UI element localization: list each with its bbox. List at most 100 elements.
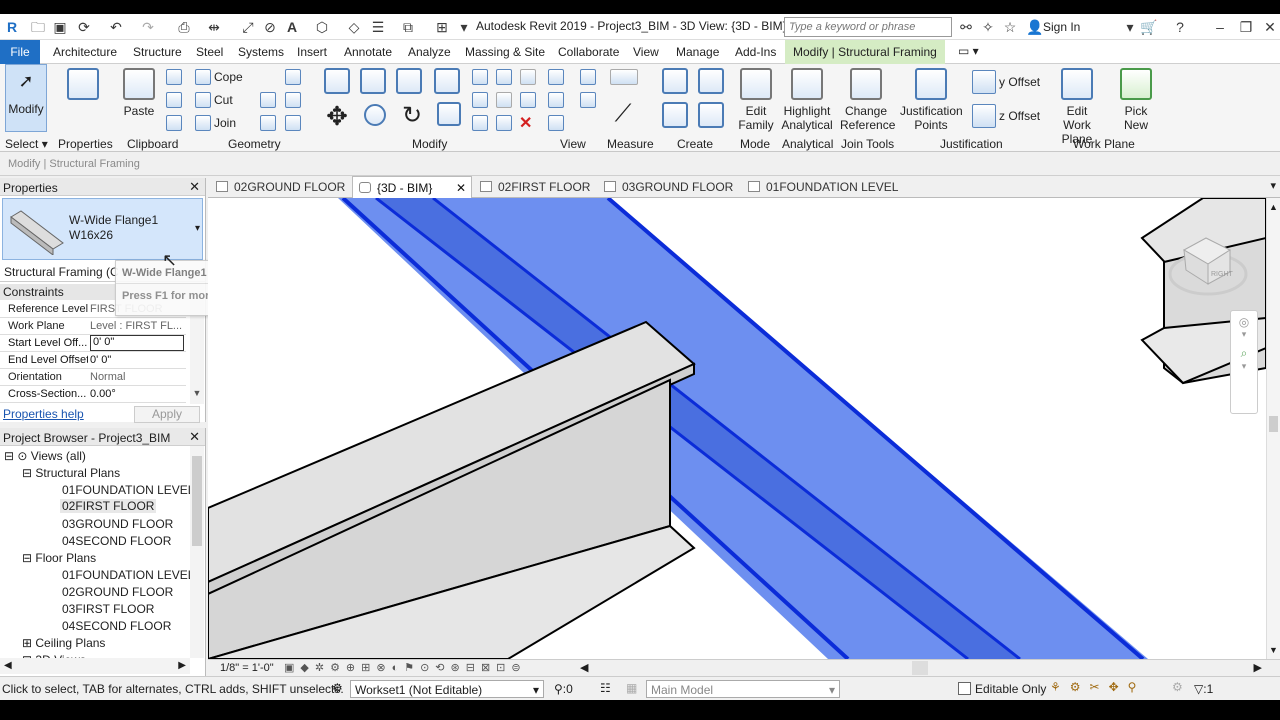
cope-icon[interactable] [195, 69, 211, 85]
vscroll-thumb[interactable] [1269, 416, 1278, 432]
customize-icon[interactable]: ▾ [456, 19, 472, 35]
property-value[interactable]: 0' 0" [90, 354, 184, 366]
selection-settings-icons[interactable]: ⚘⚙✂✥⚲ [1050, 680, 1145, 694]
measure-button[interactable]: ⟋ [608, 100, 638, 128]
help-icon[interactable]: ? [1172, 19, 1188, 35]
copy-icon[interactable] [166, 92, 182, 108]
split-icon[interactable] [472, 69, 488, 85]
cart-icon[interactable]: 🛒 [1140, 19, 1157, 35]
tag-icon[interactable]: ⊘ [262, 19, 278, 35]
tree-item[interactable]: 01FOUNDATION LEVEL [62, 483, 194, 497]
vscroll-up-icon[interactable]: ▲ [1267, 202, 1280, 212]
tab-manage[interactable]: Manage [676, 45, 719, 59]
view-tab-close-icon[interactable]: ✕ [456, 177, 466, 199]
editable-only-checkbox[interactable] [958, 682, 971, 695]
design-options-icon[interactable]: ☷ [600, 681, 611, 695]
edit-work-plane-button[interactable]: Edit Work Plane [1048, 68, 1106, 146]
z-offset-icon[interactable] [972, 104, 996, 128]
nav-zoom-icon[interactable]: ⌕ [1231, 346, 1257, 361]
cope-button[interactable]: Cope [214, 70, 243, 84]
view-tool-5-icon[interactable] [548, 115, 564, 131]
property-value[interactable]: 0.00° [90, 388, 184, 400]
tab-massing-site[interactable]: Massing & Site [465, 45, 545, 59]
select-dropdown[interactable]: Select ▾ [5, 137, 48, 151]
browser-vscroll[interactable] [190, 446, 204, 658]
properties-close-icon[interactable]: ✕ [189, 179, 200, 195]
revit-logo-icon[interactable]: R [4, 19, 20, 35]
cut-geometry-icon[interactable] [195, 92, 211, 108]
tab-add-ins[interactable]: Add-Ins [735, 45, 776, 59]
tabs-menu-icon[interactable]: ▾ [1270, 179, 1276, 192]
filter-count[interactable]: ▽:1 [1194, 682, 1213, 696]
copy-element-button[interactable] [360, 104, 390, 130]
similar-button[interactable] [696, 102, 726, 132]
geometry-tool-1-icon[interactable] [285, 69, 301, 85]
print-icon[interactable]: ⎙ [176, 19, 192, 35]
array-icon[interactable] [472, 92, 488, 108]
tab-modify-structural-framing[interactable]: Modify | Structural Framing [785, 40, 945, 64]
align-button[interactable] [322, 68, 352, 98]
modify-button[interactable]: ➚ Modify [5, 64, 47, 132]
start-offset-input[interactable]: 0' 0" [90, 335, 184, 351]
view-scale[interactable]: 1/8" = 1'-0" [220, 662, 274, 674]
browser-vscroll-thumb[interactable] [192, 456, 202, 546]
tree-item[interactable]: 03FIRST FLOOR [62, 602, 154, 616]
match-type-icon[interactable] [166, 115, 182, 131]
3d-view-canvas[interactable]: RIGHT ◎ ▾ ⌕ ▾ [208, 198, 1266, 659]
background-process-icon[interactable]: ⚙ [1172, 680, 1183, 694]
vscroll-down-icon[interactable]: ▼ [1269, 645, 1278, 655]
create-parts-button[interactable] [696, 68, 726, 98]
section-icon[interactable]: ◇ [346, 19, 362, 35]
z-offset-button[interactable]: z Offset [999, 109, 1040, 123]
justification-points-button[interactable]: Justification Points [900, 68, 963, 132]
edit-family-button[interactable]: Edit Family [736, 68, 776, 132]
star-icon[interactable]: ☆ [1002, 19, 1018, 35]
properties-help-link[interactable]: Properties help [3, 407, 84, 421]
rotate-button[interactable]: ↻ [397, 102, 427, 130]
offset-small-icon[interactable] [472, 115, 488, 131]
view-tool-4-icon[interactable] [580, 92, 596, 108]
offset-button[interactable] [358, 68, 388, 98]
pin-icon[interactable] [520, 69, 536, 85]
design-option-dropdown[interactable]: Main Model ▾ [646, 680, 840, 698]
binoculars-icon[interactable]: ⚯ [958, 19, 974, 35]
view-tab-01foundation-level[interactable]: 01FOUNDATION LEVEL [742, 176, 898, 198]
cut-clipboard-icon[interactable] [166, 69, 182, 85]
text-icon[interactable]: A [284, 19, 300, 35]
tab-analyze[interactable]: Analyze [408, 45, 451, 59]
user-icon[interactable]: 👤 [1026, 19, 1043, 35]
sync-icon[interactable]: ⟳ [76, 19, 92, 35]
view-tool-2-icon[interactable] [580, 69, 596, 85]
tree-item-selected[interactable]: 02FIRST FLOOR [60, 499, 157, 513]
geometry-tool-4-icon[interactable] [260, 115, 276, 131]
unpin-icon[interactable] [520, 92, 536, 108]
view-controls-icons[interactable]: ▣◆✲⚙⊕⊞⊗◐⚑⊙⟲⊛⊟⊠⊡⊜ [284, 661, 527, 674]
type-properties-button[interactable] [64, 68, 102, 104]
view-hscroll-thumb[interactable] [912, 661, 928, 675]
thin-lines-icon[interactable]: ☰ [370, 19, 386, 35]
view-tool-3-icon[interactable] [548, 92, 564, 108]
split-gap-icon[interactable] [496, 69, 512, 85]
switch-windows-icon[interactable]: ⊞ [434, 19, 450, 35]
browser-hscroll[interactable]: ◀ ▶ [0, 658, 190, 674]
join-button[interactable]: Join [214, 116, 236, 130]
save-icon[interactable]: ▣ [52, 19, 68, 35]
workset-dropdown[interactable]: Workset1 (Not Editable) ▾ [350, 680, 544, 698]
geometry-tool-2-icon[interactable] [260, 92, 276, 108]
tab-systems[interactable]: Systems [238, 45, 284, 59]
paste-button[interactable]: Paste [122, 68, 156, 118]
y-offset-icon[interactable] [972, 70, 996, 94]
trim-button[interactable] [434, 102, 464, 130]
ribbon-toggle-icon[interactable]: ▭ ▾ [958, 44, 979, 58]
sign-in-link[interactable]: Sign In [1043, 20, 1080, 34]
views-all-node[interactable]: ⊟ ⊙ Views (all) [4, 449, 86, 463]
paint-icon[interactable] [285, 115, 301, 131]
measure-icon[interactable]: ⇹ [206, 19, 222, 35]
create-assembly-button[interactable] [660, 68, 690, 98]
hscroll-left-icon[interactable]: ◀ [580, 661, 588, 674]
delete-icon[interactable]: ✕ [519, 113, 532, 133]
view-tool-1-icon[interactable] [548, 69, 564, 85]
search-input[interactable]: Type a keyword or phrase [784, 17, 952, 37]
dimension-icon[interactable]: ⤢ [240, 19, 256, 35]
cut-button[interactable]: Cut [214, 93, 233, 107]
